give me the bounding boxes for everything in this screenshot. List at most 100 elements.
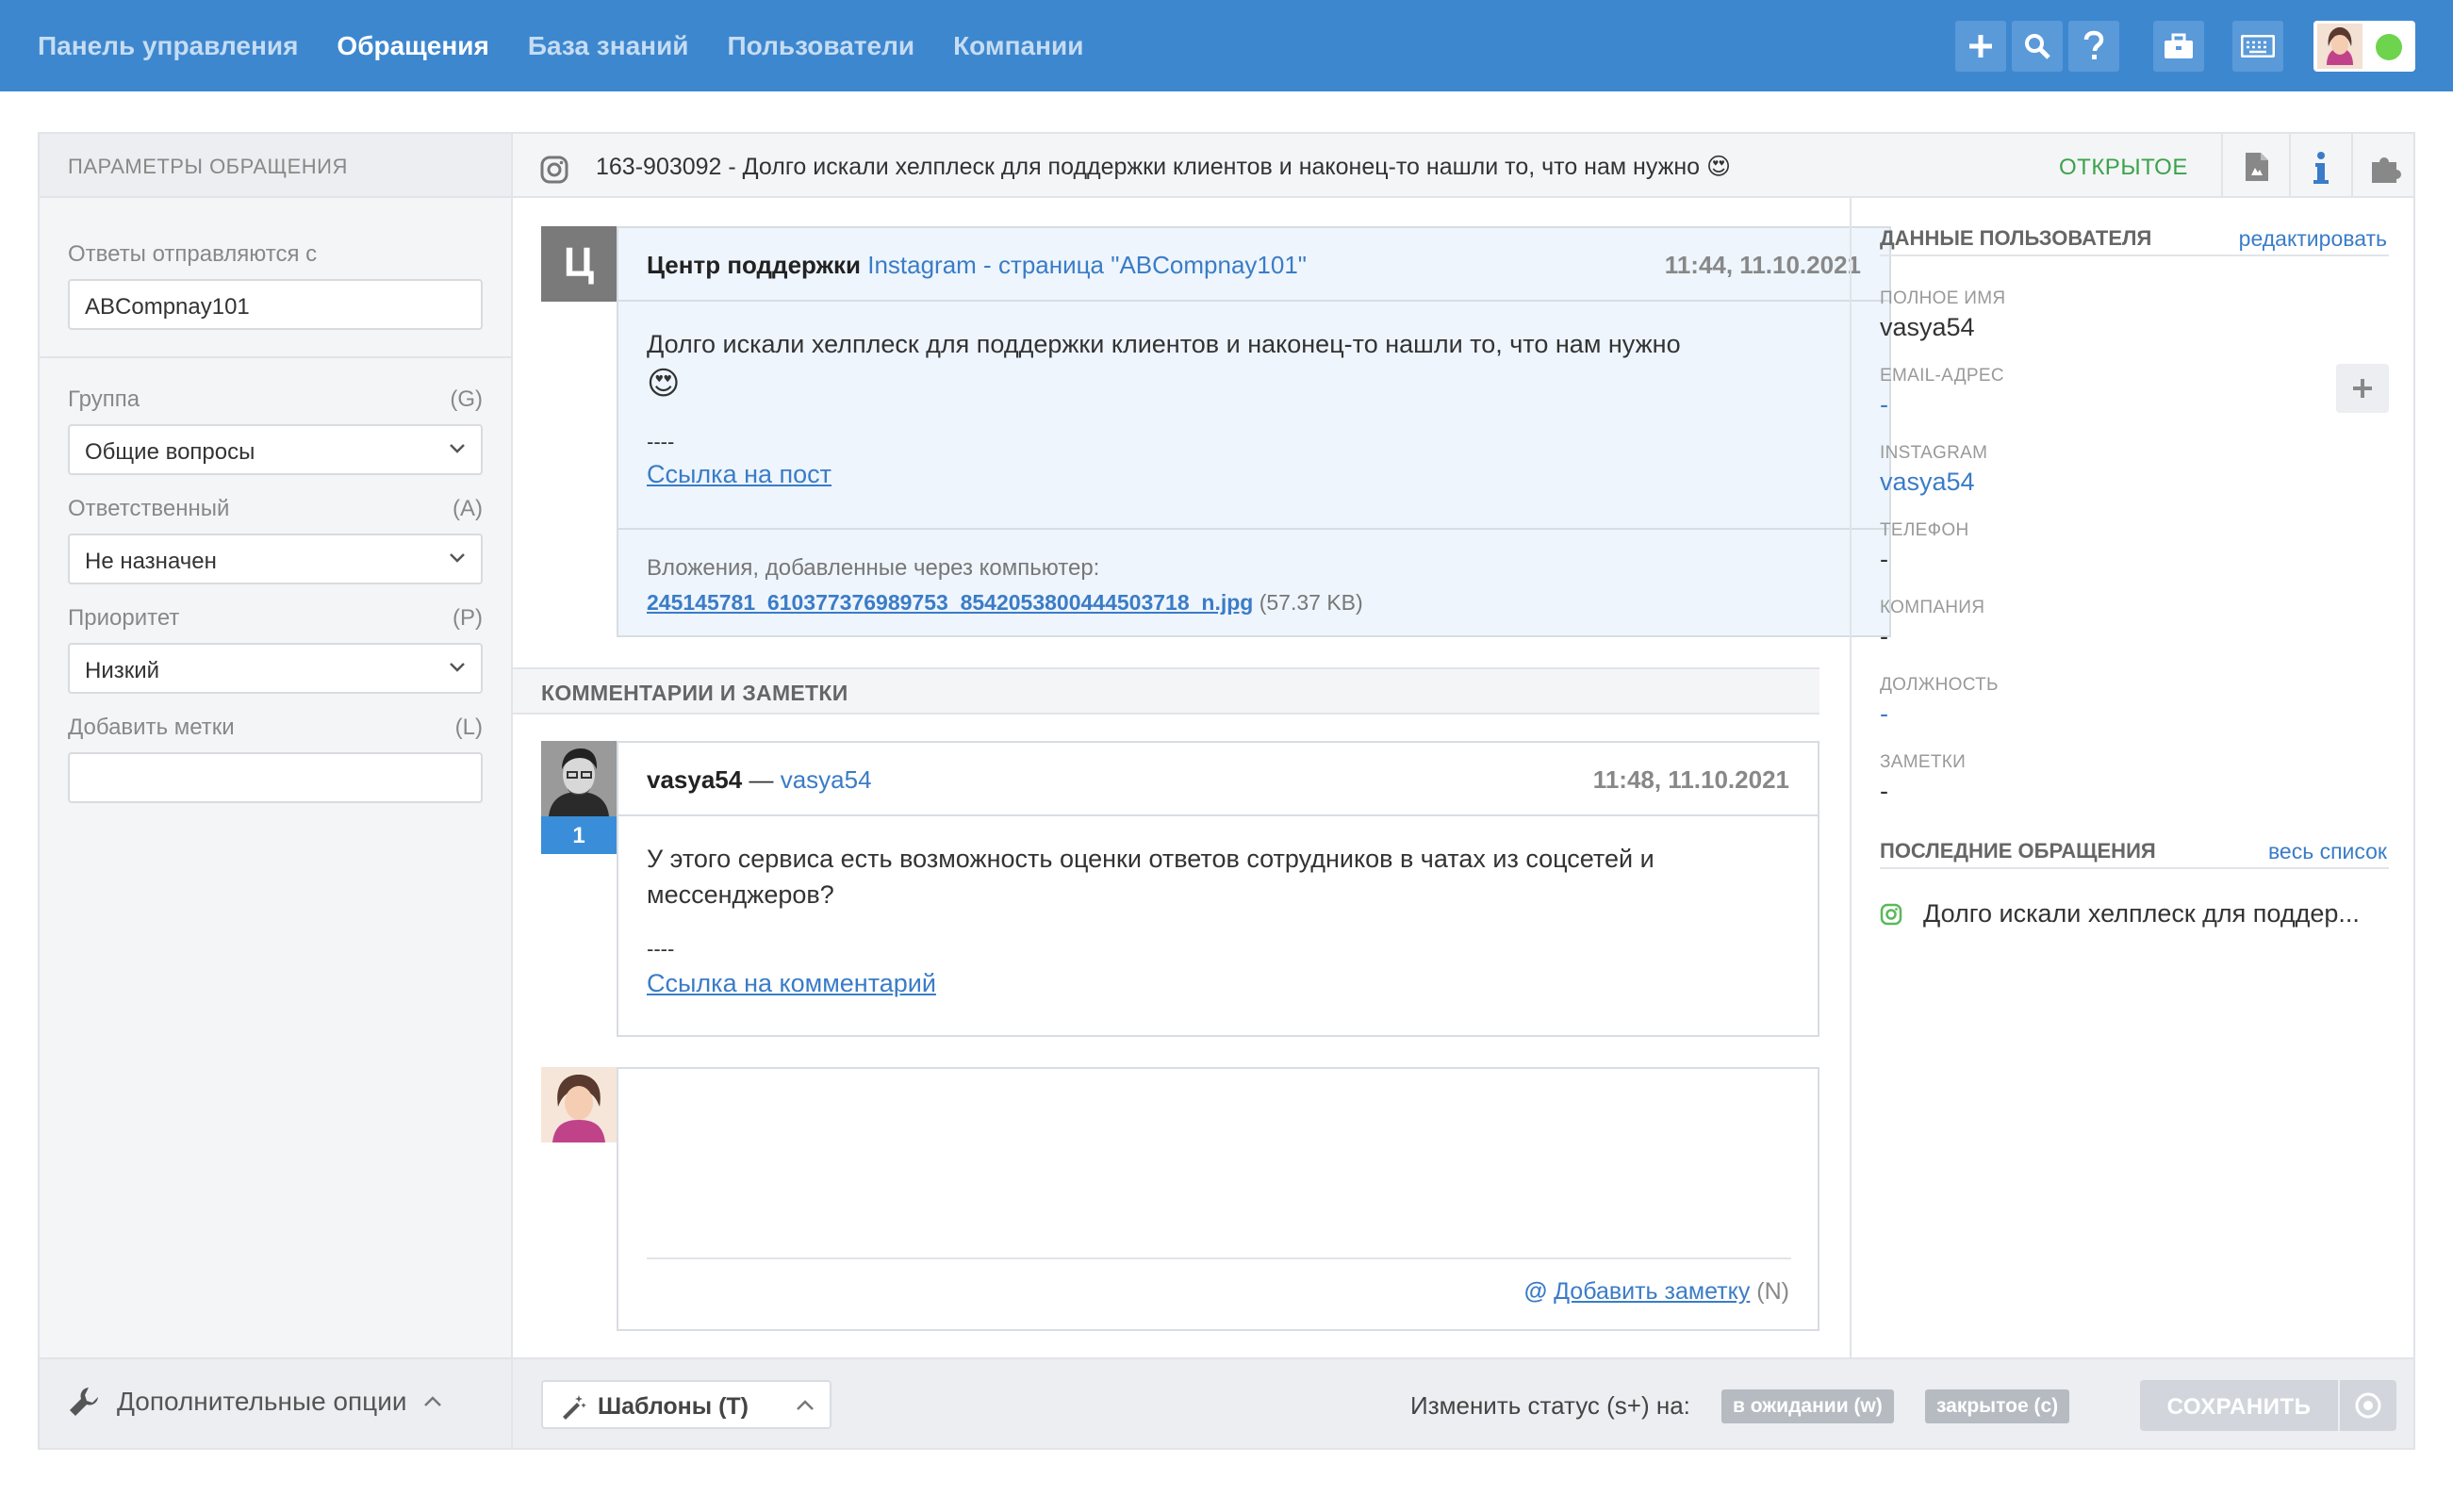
assignee-select[interactable]: Не назначен [68, 534, 483, 584]
comment-number: 1 [572, 823, 585, 848]
keyboard-icon [2241, 35, 2275, 58]
help-button[interactable] [2068, 21, 2119, 72]
puzzle-icon[interactable] [2368, 151, 2404, 185]
comment-link[interactable]: Ссылка на комментарий [647, 965, 936, 1001]
briefcase-icon [2165, 33, 2193, 58]
position-value[interactable]: - [1880, 699, 1888, 729]
attachment-size: (57.37 KB) [1259, 590, 1363, 615]
message-author: Центр поддержки Instagram - страница "AB… [647, 251, 1308, 279]
message-author: vasya54 — vasya54 [647, 765, 872, 794]
templates-button[interactable]: Шаблоны (T) [541, 1380, 831, 1429]
nav-companies[interactable]: Компании [953, 31, 1083, 61]
add-email-button[interactable] [2336, 364, 2389, 413]
message-support: Центр поддержки Instagram - страница "AB… [617, 226, 1891, 637]
target-icon [2355, 1392, 2381, 1419]
email-label: EMAIL-АДРЕС [1880, 366, 2004, 386]
info-icon[interactable] [2312, 151, 2330, 185]
support-avatar-letter: Ц [563, 239, 595, 286]
magic-wand-icon [563, 1395, 586, 1420]
recent-tickets-divider [1880, 867, 2389, 869]
position-label: ДОЛЖНОСТЬ [1880, 675, 1999, 695]
attachment-file-link[interactable]: 245145781_610377376989753_85420538004445… [647, 590, 1253, 615]
message-text: Долго искали хелплеск для поддержки клие… [647, 330, 1681, 358]
apps-button[interactable] [2153, 21, 2204, 72]
message-time: 11:44, 11.10.2021 [1664, 251, 1861, 279]
recent-ticket-item[interactable]: Долго искали хелплеск для поддер... [1880, 896, 2389, 933]
add-note-row: @ Добавить заметку (N) [1524, 1278, 1789, 1306]
company-label: КОМПАНИЯ [1880, 598, 1985, 617]
edit-user-link[interactable]: редактировать [2239, 226, 2387, 252]
chevron-down-icon [450, 444, 465, 453]
search-icon [2025, 34, 2050, 59]
nav-dashboard[interactable]: Панель управления [38, 31, 298, 61]
nav-users[interactable]: Пользователи [728, 31, 915, 61]
hotkeys-button[interactable] [2232, 21, 2283, 72]
help-icon [2083, 30, 2104, 59]
comment-text-line1: У этого сервиса есть возможность оценки … [647, 845, 1655, 873]
recent-tickets-header: ПОСЛЕДНИЕ ОБРАЩЕНИЯ [1880, 839, 2156, 863]
toolbar-divider [2221, 134, 2223, 198]
notes-value: - [1880, 777, 1888, 805]
group-select[interactable]: Общие вопросы [68, 424, 483, 475]
message-separator: ---- [647, 430, 675, 453]
customer-profile-link[interactable]: vasya54 [781, 765, 872, 794]
message-customer: vasya54 — vasya54 11:48, 11.10.2021 У эт… [617, 741, 1819, 1037]
post-link[interactable]: Ссылка на пост [647, 456, 831, 492]
message-source-link[interactable]: Instagram - страница "ABCompnay101" [867, 251, 1307, 279]
reply-editor[interactable]: @ Добавить заметку (N) [617, 1067, 1819, 1331]
comment-text-line2: мессенджеров? [647, 880, 834, 909]
ticket-parameters-header: ПАРАМЕТРЫ ОБРАЩЕНИЯ [40, 134, 511, 198]
user-menu[interactable] [2313, 21, 2415, 72]
full-name-value: vasya54 [1880, 313, 1975, 341]
phone-label: ТЕЛЕФОН [1880, 520, 1969, 540]
nav-tickets[interactable]: Обращения [337, 31, 488, 61]
templates-label: Шаблоны (T) [598, 1393, 749, 1420]
group-label: Группа [68, 386, 140, 412]
user-info-panel: ДАННЫЕ ПОЛЬЗОВАТЕЛЯ редактировать ПОЛНОЕ… [1850, 198, 2415, 1386]
chevron-up-icon [797, 1400, 814, 1410]
reply-from-field[interactable]: ABCompnay101 [68, 279, 483, 330]
additional-options-label: Дополнительные опции [117, 1387, 407, 1416]
ticket-title-bar: 163-903092 - Долго искали хелплеск для п… [513, 134, 2413, 198]
ticket-status[interactable]: ОТКРЫТОЕ [2059, 155, 2188, 181]
chevron-down-icon [450, 553, 465, 563]
company-value: - [1880, 622, 1888, 650]
search-button[interactable] [2012, 21, 2063, 72]
change-status-label: Изменить статус (s+) на: [1410, 1391, 1690, 1420]
save-options-button[interactable] [2340, 1380, 2396, 1431]
priority-select[interactable]: Низкий [68, 643, 483, 694]
message-header: Центр поддержки Instagram - страница "AB… [618, 228, 1889, 302]
nav-knowledge-base[interactable]: База знаний [528, 31, 689, 61]
instagram-icon [540, 156, 568, 184]
pdf-icon[interactable] [2244, 151, 2270, 183]
save-button[interactable]: СОХРАНИТЬ [2140, 1380, 2338, 1431]
plus-icon [1969, 35, 1992, 58]
status-pending-button[interactable]: в ожидании (w) [1721, 1389, 1894, 1423]
ticket-card: ПАРАМЕТРЫ ОБРАЩЕНИЯ Ответы отправляются … [38, 132, 2415, 1450]
online-status-indicator [2376, 34, 2402, 60]
at-icon: @ [1523, 1278, 1548, 1305]
agent-avatar [541, 1067, 617, 1142]
message-time: 11:48, 11.10.2021 [1592, 765, 1789, 794]
ticket-parameters-title: ПАРАМЕТРЫ ОБРАЩЕНИЯ [68, 155, 348, 178]
assignee-label: Ответственный [68, 496, 230, 521]
instagram-value[interactable]: vasya54 [1880, 468, 1975, 497]
reply-divider [647, 1257, 1791, 1259]
notes-label: ЗАМЕТКИ [1880, 752, 1967, 772]
assignee-select-value: Не назначен [85, 549, 217, 574]
priority-label: Приоритет [68, 605, 180, 631]
instagram-icon [1880, 903, 1902, 926]
attachment-label: Вложения, добавленные через компьютер: [647, 555, 1100, 581]
status-closed-button[interactable]: закрытое (c) [1925, 1389, 2070, 1423]
comment-separator: ---- [647, 937, 675, 961]
recent-tickets-all-link[interactable]: весь список [2268, 839, 2387, 864]
toolbar-divider [2289, 134, 2291, 198]
additional-options-toggle[interactable]: Дополнительные опции [68, 1386, 442, 1418]
email-value[interactable]: - [1880, 390, 1888, 419]
nav-links: Панель управления Обращения База знаний … [38, 0, 1122, 91]
comments-header-title: КОММЕНТАРИИ И ЗАМЕТКИ [541, 681, 848, 705]
group-select-value: Общие вопросы [85, 439, 255, 465]
add-note-link[interactable]: Добавить заметку [1554, 1278, 1750, 1305]
tags-input[interactable] [68, 752, 483, 803]
new-ticket-button[interactable] [1955, 21, 2006, 72]
